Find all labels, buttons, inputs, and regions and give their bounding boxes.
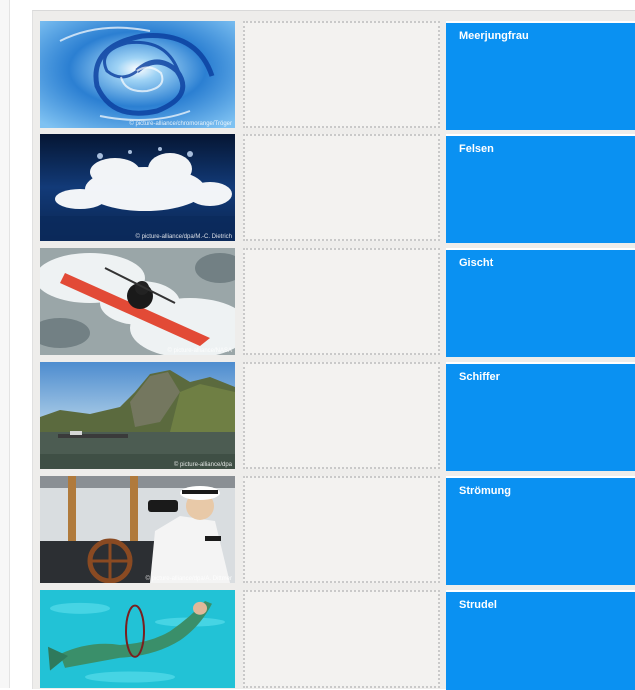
exercise-row: © picture-alliance/dpa/A. Dittmer Strömu… bbox=[40, 476, 635, 585]
word-label: Strudel bbox=[459, 599, 497, 611]
word-label: Gischt bbox=[459, 257, 494, 269]
exercise-row: Strudel bbox=[40, 590, 635, 690]
whirlpool-photo[interactable]: © picture-alliance/chromorange/Tröger bbox=[40, 21, 235, 128]
answer-dropzone[interactable] bbox=[243, 134, 440, 241]
photo-credit: © picture-alliance/NASA bbox=[167, 348, 232, 354]
answer-dropzone[interactable] bbox=[243, 248, 440, 355]
photo-credit: © picture-alliance/dpa/M.-C. Dietrich bbox=[135, 234, 232, 240]
word-card-gischt[interactable]: Gischt bbox=[446, 248, 635, 357]
answer-dropzone[interactable] bbox=[243, 476, 440, 583]
answer-dropzone[interactable] bbox=[243, 362, 440, 469]
photo-credit: © picture-alliance/dpa/A. Dittmer bbox=[145, 576, 232, 582]
word-label: Strömung bbox=[459, 485, 511, 497]
exercise-row: © picture-alliance/dpa Schiffer bbox=[40, 362, 635, 471]
answer-dropzone[interactable] bbox=[243, 21, 440, 128]
photo-credit: © picture-alliance/dpa bbox=[173, 462, 232, 468]
word-card-schiffer[interactable]: Schiffer bbox=[446, 362, 635, 471]
page-left-gutter bbox=[0, 0, 10, 688]
photo-credit: © picture-alliance/chromorange/Tröger bbox=[129, 121, 232, 127]
word-label: Schiffer bbox=[459, 371, 500, 383]
word-card-felsen[interactable]: Felsen bbox=[446, 134, 635, 243]
word-card-meerjungfrau[interactable]: Meerjungfrau bbox=[446, 21, 635, 130]
exercise-row: © picture-alliance/dpa/M.-C. Dietrich Fe… bbox=[40, 134, 635, 243]
mermaid-pool-photo[interactable] bbox=[40, 590, 235, 688]
word-label: Meerjungfrau bbox=[459, 30, 529, 42]
word-card-strudel[interactable]: Strudel bbox=[446, 590, 635, 690]
ship-captain-binoculars-photo[interactable]: © picture-alliance/dpa/A. Dittmer bbox=[40, 476, 235, 583]
answer-dropzone[interactable] bbox=[243, 590, 440, 688]
word-label: Felsen bbox=[459, 143, 494, 155]
exercise-row: © picture-alliance/chromorange/Tröger Me… bbox=[40, 21, 635, 130]
word-card-stroemung[interactable]: Strömung bbox=[446, 476, 635, 585]
loreley-rock-river-photo[interactable]: © picture-alliance/dpa bbox=[40, 362, 235, 469]
wave-spray-photo[interactable]: © picture-alliance/dpa/M.-C. Dietrich bbox=[40, 134, 235, 241]
kayak-whitewater-photo[interactable]: © picture-alliance/NASA bbox=[40, 248, 235, 355]
exercise-row: © picture-alliance/NASA Gischt bbox=[40, 248, 635, 357]
